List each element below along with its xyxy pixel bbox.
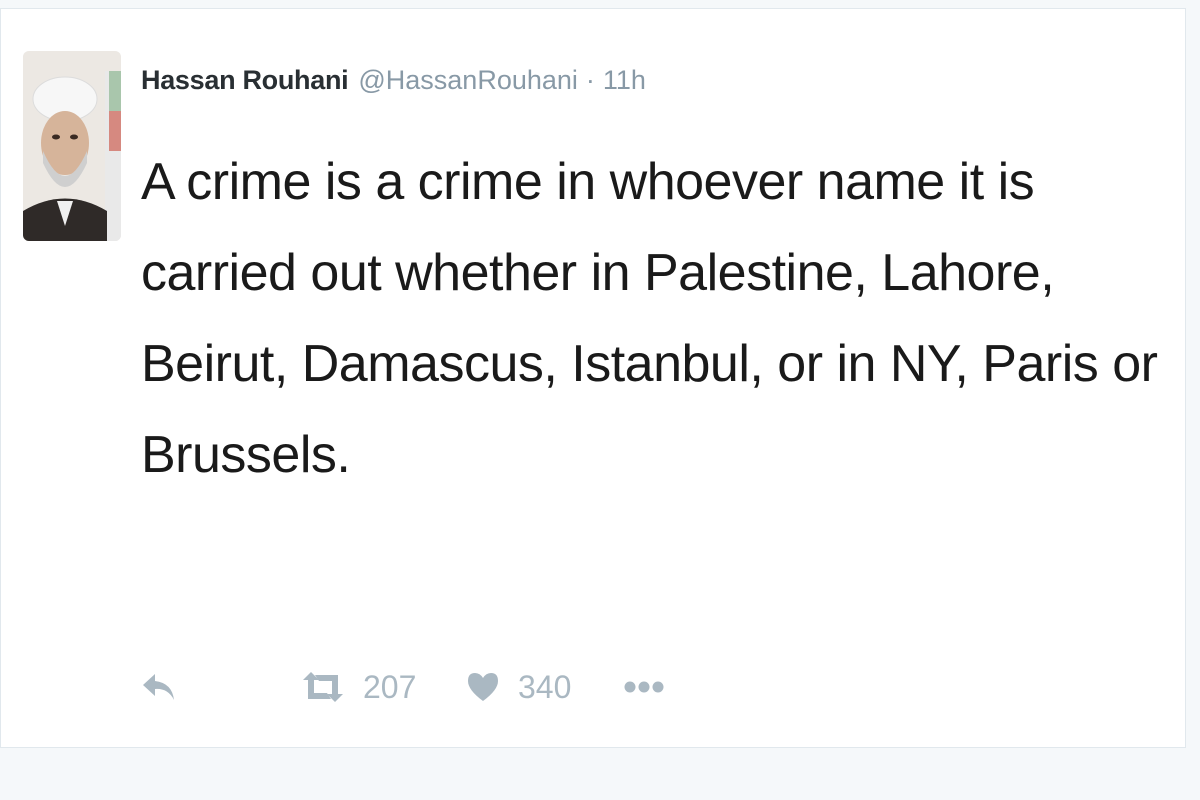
retweet-count: 207 <box>363 668 417 705</box>
tweet-card[interactable]: Hassan Rouhani @HassanRouhani · 11h A cr… <box>0 8 1186 748</box>
heart-icon <box>468 673 498 701</box>
avatar[interactable] <box>23 51 121 241</box>
reply-button[interactable] <box>141 670 301 704</box>
tweet-actions: 207 340 <box>141 659 664 715</box>
retweet-button[interactable]: 207 <box>301 669 466 706</box>
author-name[interactable]: Hassan Rouhani <box>141 65 349 96</box>
like-count: 340 <box>518 668 572 705</box>
tweet-header: Hassan Rouhani @HassanRouhani · 11h <box>141 65 646 96</box>
retweet-icon <box>303 672 343 702</box>
more-dots-icon <box>624 681 664 693</box>
tweet-timestamp[interactable]: 11h <box>603 65 646 96</box>
tweet-text: A crime is a crime in whoever name it is… <box>141 153 1158 484</box>
reply-icon <box>143 674 174 700</box>
like-button[interactable]: 340 <box>466 669 624 706</box>
user-avatar-image <box>23 51 121 241</box>
header-separator: · <box>585 65 595 95</box>
more-button[interactable] <box>624 680 664 694</box>
author-username[interactable]: @HassanRouhani <box>358 65 578 96</box>
